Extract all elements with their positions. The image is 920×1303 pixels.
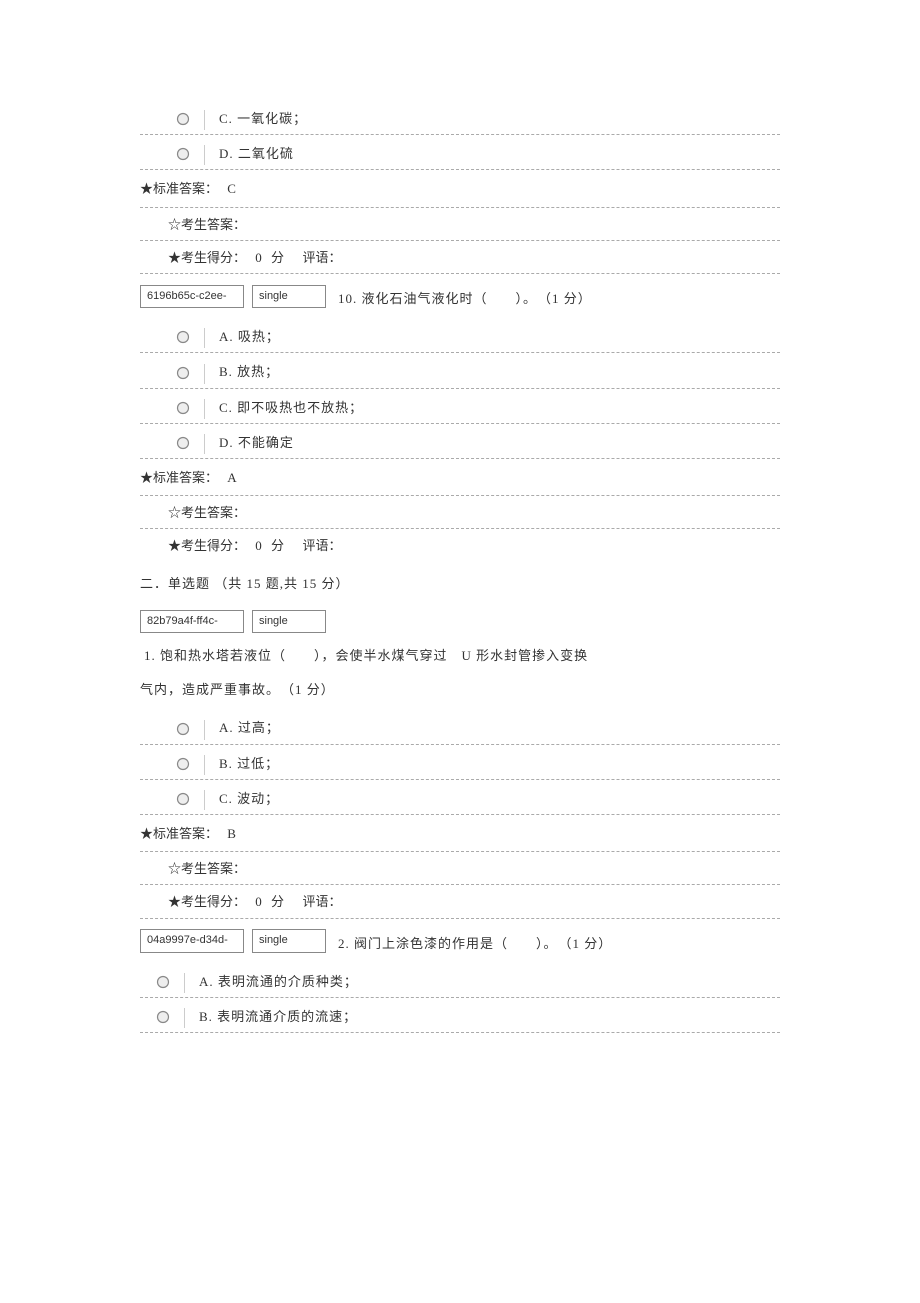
question-id-box: 04a9997e-d34d- [140, 929, 244, 952]
option-label: C. 即不吸热也不放热； [219, 399, 363, 419]
option-row[interactable]: A. 吸热； [140, 318, 780, 353]
candidate-answer-row: ☆考生答案： [140, 208, 780, 241]
question-id-box: 6196b65c-c2ee- [140, 285, 244, 308]
option-row[interactable]: A. 表明流通的介质种类； [140, 963, 780, 998]
score-label: ★考生得分： [168, 538, 246, 553]
divider [184, 973, 185, 993]
question-text: 10. 液化石油气液化时（ ）。 （1 分） [334, 284, 592, 308]
option-label: B. 表明流通介质的流速； [199, 1008, 357, 1028]
option-row[interactable]: B. 表明流通介质的流速； [140, 998, 780, 1033]
question-header: 6196b65c-c2ee- single 10. 液化石油气液化时（ ）。 （… [140, 274, 780, 308]
option-row[interactable]: C. 波动； [140, 780, 780, 815]
comment-label: 评语： [303, 894, 342, 909]
option-row[interactable]: B. 过低； [140, 745, 780, 780]
divider [204, 720, 205, 740]
radio-icon[interactable] [176, 112, 190, 126]
comment-label: 评语： [303, 250, 342, 265]
option-row[interactable]: B. 放热； [140, 353, 780, 388]
score-value: 0 分 [255, 250, 284, 265]
option-label: A. 表明流通的介质种类； [199, 973, 358, 993]
std-answer-label: ★标准答案： [140, 181, 218, 196]
divider [204, 145, 205, 165]
answer-block: ★标准答案： A [140, 459, 780, 496]
score-value: 0 分 [255, 894, 284, 909]
radio-icon[interactable] [176, 757, 190, 771]
score-row: ★考生得分： 0 分 评语： [140, 241, 780, 274]
cand-answer-label: ☆考生答案： [168, 217, 246, 232]
option-row[interactable]: C. 即不吸热也不放热； [140, 389, 780, 424]
option-label: D. 二氧化硫 [219, 145, 294, 165]
radio-icon[interactable] [176, 722, 190, 736]
option-label: C. 波动； [219, 790, 279, 810]
question-type-box: single [252, 285, 326, 308]
option-row[interactable]: C. 一氧化碳； [140, 100, 780, 135]
candidate-answer-row: ☆考生答案： [140, 852, 780, 885]
divider [204, 434, 205, 454]
radio-icon[interactable] [156, 1010, 170, 1024]
question-type-box: single [252, 929, 326, 952]
question-text-cont: 气内，造成严重事故。 （1 分） [140, 665, 780, 709]
option-row[interactable]: D. 二氧化硫 [140, 135, 780, 170]
question-header: 82b79a4f-ff4c- single 1. 饱和热水塔若液位（ ），会使半… [140, 600, 780, 666]
radio-icon[interactable] [176, 436, 190, 450]
score-row: ★考生得分： 0 分 评语： [140, 529, 780, 561]
score-value: 0 分 [255, 538, 284, 553]
comment-label: 评语： [303, 538, 342, 553]
question-text: 2. 阀门上涂色漆的作用是（ ）。 （1 分） [334, 929, 612, 953]
answer-block: ★标准答案： C [140, 170, 780, 207]
option-label: A. 吸热； [219, 328, 280, 348]
option-label: A. 过高； [219, 719, 280, 739]
divider [204, 110, 205, 130]
radio-icon[interactable] [176, 792, 190, 806]
std-answer-label: ★标准答案： [140, 826, 218, 841]
option-row[interactable]: A. 过高； [140, 709, 780, 744]
section-title: 二．单选题 （共 15 题,共 15 分） [140, 561, 780, 599]
option-label: B. 过低； [219, 755, 279, 775]
question-type-box: single [252, 610, 326, 633]
cand-answer-label: ☆考生答案： [168, 505, 246, 520]
radio-icon[interactable] [176, 330, 190, 344]
question-id-box: 82b79a4f-ff4c- [140, 610, 244, 633]
option-label: C. 一氧化碳； [219, 110, 307, 130]
question-text: 1. 饱和热水塔若液位（ ），会使半水煤气穿过 U 形水封管掺入变换 [140, 641, 588, 665]
divider [184, 1008, 185, 1028]
divider [204, 328, 205, 348]
question-header: 04a9997e-d34d- single 2. 阀门上涂色漆的作用是（ ）。 … [140, 919, 780, 953]
option-label: B. 放热； [219, 363, 279, 383]
std-answer-value: C [227, 181, 236, 196]
score-row: ★考生得分： 0 分 评语： [140, 885, 780, 918]
divider [204, 755, 205, 775]
std-answer-label: ★标准答案： [140, 470, 218, 485]
std-answer-value: A [227, 470, 236, 485]
score-label: ★考生得分： [168, 250, 246, 265]
radio-icon[interactable] [176, 147, 190, 161]
candidate-answer-row: ☆考生答案： [140, 496, 780, 529]
radio-icon[interactable] [176, 366, 190, 380]
cand-answer-label: ☆考生答案： [168, 861, 246, 876]
radio-icon[interactable] [176, 401, 190, 415]
answer-block: ★标准答案： B [140, 815, 780, 852]
divider [204, 364, 205, 384]
divider [204, 790, 205, 810]
divider [204, 399, 205, 419]
option-label: D. 不能确定 [219, 434, 294, 454]
radio-icon[interactable] [156, 975, 170, 989]
score-label: ★考生得分： [168, 894, 246, 909]
std-answer-value: B [227, 826, 236, 841]
option-row[interactable]: D. 不能确定 [140, 424, 780, 459]
